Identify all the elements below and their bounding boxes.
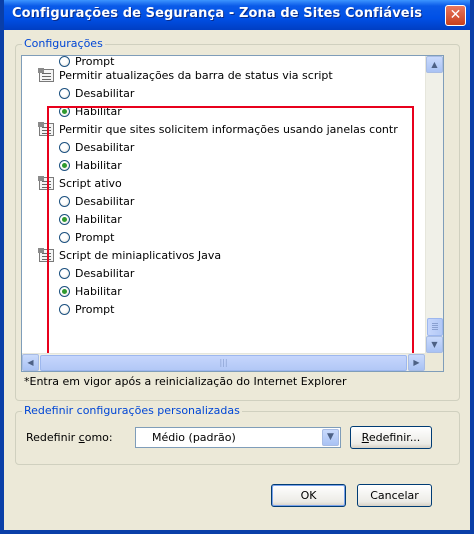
settings-group-label: Configurações: [22, 37, 105, 50]
chevron-down-icon[interactable]: ▼: [322, 429, 339, 446]
settings-tree-list[interactable]: Prompt Permitir atualizações da barra de …: [21, 55, 444, 372]
scroll-up-button[interactable]: ▲: [426, 56, 443, 73]
horizontal-scrollbar[interactable]: ◀ ||| ▶: [22, 353, 425, 371]
vertical-scrollbar[interactable]: ▲ ▼: [425, 56, 443, 353]
horizontal-scroll-thumb[interactable]: |||: [40, 355, 407, 371]
settings-groupbox: Configurações Prompt Permitir atualizaçõe…: [15, 37, 460, 401]
setting-label: Permitir atualizações da barra de status…: [59, 69, 333, 82]
radio-unselected-icon[interactable]: [59, 56, 70, 67]
window-title: Configurações de Segurança - Zona de Sit…: [12, 6, 423, 21]
highlight-frame: [47, 106, 414, 371]
reset-to-label: Redefinir como:: [26, 431, 113, 444]
radio-label: Desabilitar: [75, 87, 135, 100]
cancel-button[interactable]: Cancelar: [357, 484, 432, 507]
scroll-left-button[interactable]: ◀: [22, 354, 39, 371]
title-bar[interactable]: Configurações de Segurança - Zona de Sit…: [4, 0, 470, 30]
reset-group-label: Redefinir configurações personalizadas: [22, 404, 242, 417]
restart-note: *Entra em vigor após a reinicialização d…: [24, 375, 347, 388]
dialog-window: Configurações de Segurança - Zona de Sit…: [0, 0, 474, 534]
reset-level-value: Médio (padrão): [152, 431, 236, 444]
dialog-client-area: Configurações Prompt Permitir atualizaçõe…: [4, 30, 470, 530]
scroll-right-button[interactable]: ▶: [408, 354, 425, 371]
reset-level-dropdown[interactable]: Médio (padrão) ▼: [135, 427, 341, 448]
reset-button[interactable]: Redefinir...: [350, 426, 432, 449]
radio-unselected-icon[interactable]: [59, 88, 70, 99]
scroll-down-button[interactable]: ▼: [426, 336, 443, 353]
scrollbar-corner: [425, 353, 443, 371]
script-setting-icon: [38, 68, 54, 82]
close-button[interactable]: ✕: [445, 5, 466, 26]
close-icon: ✕: [449, 7, 462, 23]
vertical-scroll-thumb[interactable]: [427, 318, 443, 336]
ok-button[interactable]: OK: [271, 484, 346, 507]
